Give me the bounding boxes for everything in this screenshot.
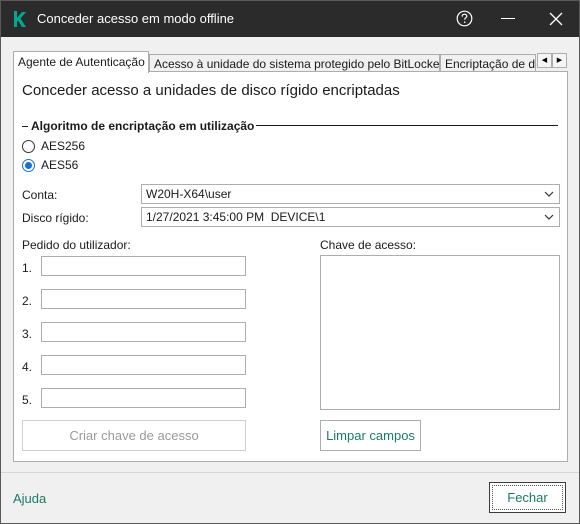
panel-heading: Conceder acesso a unidades de disco rígi…: [22, 82, 400, 99]
radio-button[interactable]: [22, 139, 35, 153]
chevron-down-icon: [544, 214, 554, 220]
radio-aes56[interactable]: AES56: [22, 158, 78, 172]
request-field-1[interactable]: [41, 256, 246, 276]
close-window-icon[interactable]: [549, 12, 563, 26]
chevron-down-icon: [544, 191, 554, 197]
close-button[interactable]: Fechar: [489, 482, 566, 513]
request-field-4[interactable]: [41, 355, 246, 375]
request-field-3[interactable]: [41, 322, 246, 342]
request-number: 3.: [22, 327, 33, 341]
arrow-left-icon: ◀: [541, 57, 548, 64]
account-value: W20H-X64\user: [146, 187, 232, 201]
access-key-textarea[interactable]: [320, 255, 560, 410]
tab-scroll-right-button[interactable]: ▶: [552, 53, 567, 68]
disk-label: Disco rígido:: [22, 211, 89, 225]
account-combo[interactable]: W20H-X64\user: [141, 184, 560, 204]
radio-aes256[interactable]: AES256: [22, 139, 85, 153]
clear-fields-button[interactable]: Limpar campos: [320, 420, 421, 451]
footer-separator: [1, 472, 579, 473]
tab-data-encryption[interactable]: Encriptação de dados: [440, 54, 536, 72]
kaspersky-logo-icon: [14, 11, 26, 27]
tab-authentication-agent[interactable]: Agente de Autenticação: [13, 51, 149, 73]
dialog-window: Conceder acesso em modo offline Agente d…: [0, 0, 580, 524]
request-number: 1.: [22, 261, 33, 275]
user-request-label: Pedido do utilizador:: [22, 238, 131, 252]
request-field-5[interactable]: [41, 388, 246, 408]
help-icon[interactable]: [456, 10, 473, 27]
account-label: Conta:: [22, 188, 58, 202]
radio-label: AES56: [41, 158, 79, 172]
minimize-button[interactable]: [501, 18, 515, 19]
access-key-label: Chave de acesso:: [320, 238, 417, 252]
algorithm-group-title: Algoritmo de encriptação em utilização: [22, 119, 257, 133]
disk-combo[interactable]: 1/27/2021 3:45:00 PM DEVICE\1: [141, 207, 560, 227]
window-title: Conceder acesso em modo offline: [37, 11, 235, 26]
tab-panel: Conceder acesso a unidades de disco rígi…: [13, 71, 568, 462]
request-number: 2.: [22, 294, 33, 308]
arrow-right-icon: ▶: [556, 57, 563, 64]
disk-value: 1/27/2021 3:45:00 PM DEVICE\1: [146, 210, 326, 224]
request-number: 5.: [22, 393, 33, 407]
radio-button[interactable]: [22, 158, 35, 172]
title-bar: Conceder acesso em modo offline: [1, 1, 579, 37]
tab-bitlocker-access[interactable]: Acesso à unidade do sistema protegido pe…: [149, 54, 440, 72]
help-link[interactable]: Ajuda: [13, 491, 46, 506]
create-key-button[interactable]: Criar chave de acesso: [22, 420, 246, 451]
request-number: 4.: [22, 360, 33, 374]
radio-label: AES256: [41, 139, 86, 153]
request-field-2[interactable]: [41, 289, 246, 309]
tab-scroll-left-button[interactable]: ◀: [537, 53, 552, 68]
